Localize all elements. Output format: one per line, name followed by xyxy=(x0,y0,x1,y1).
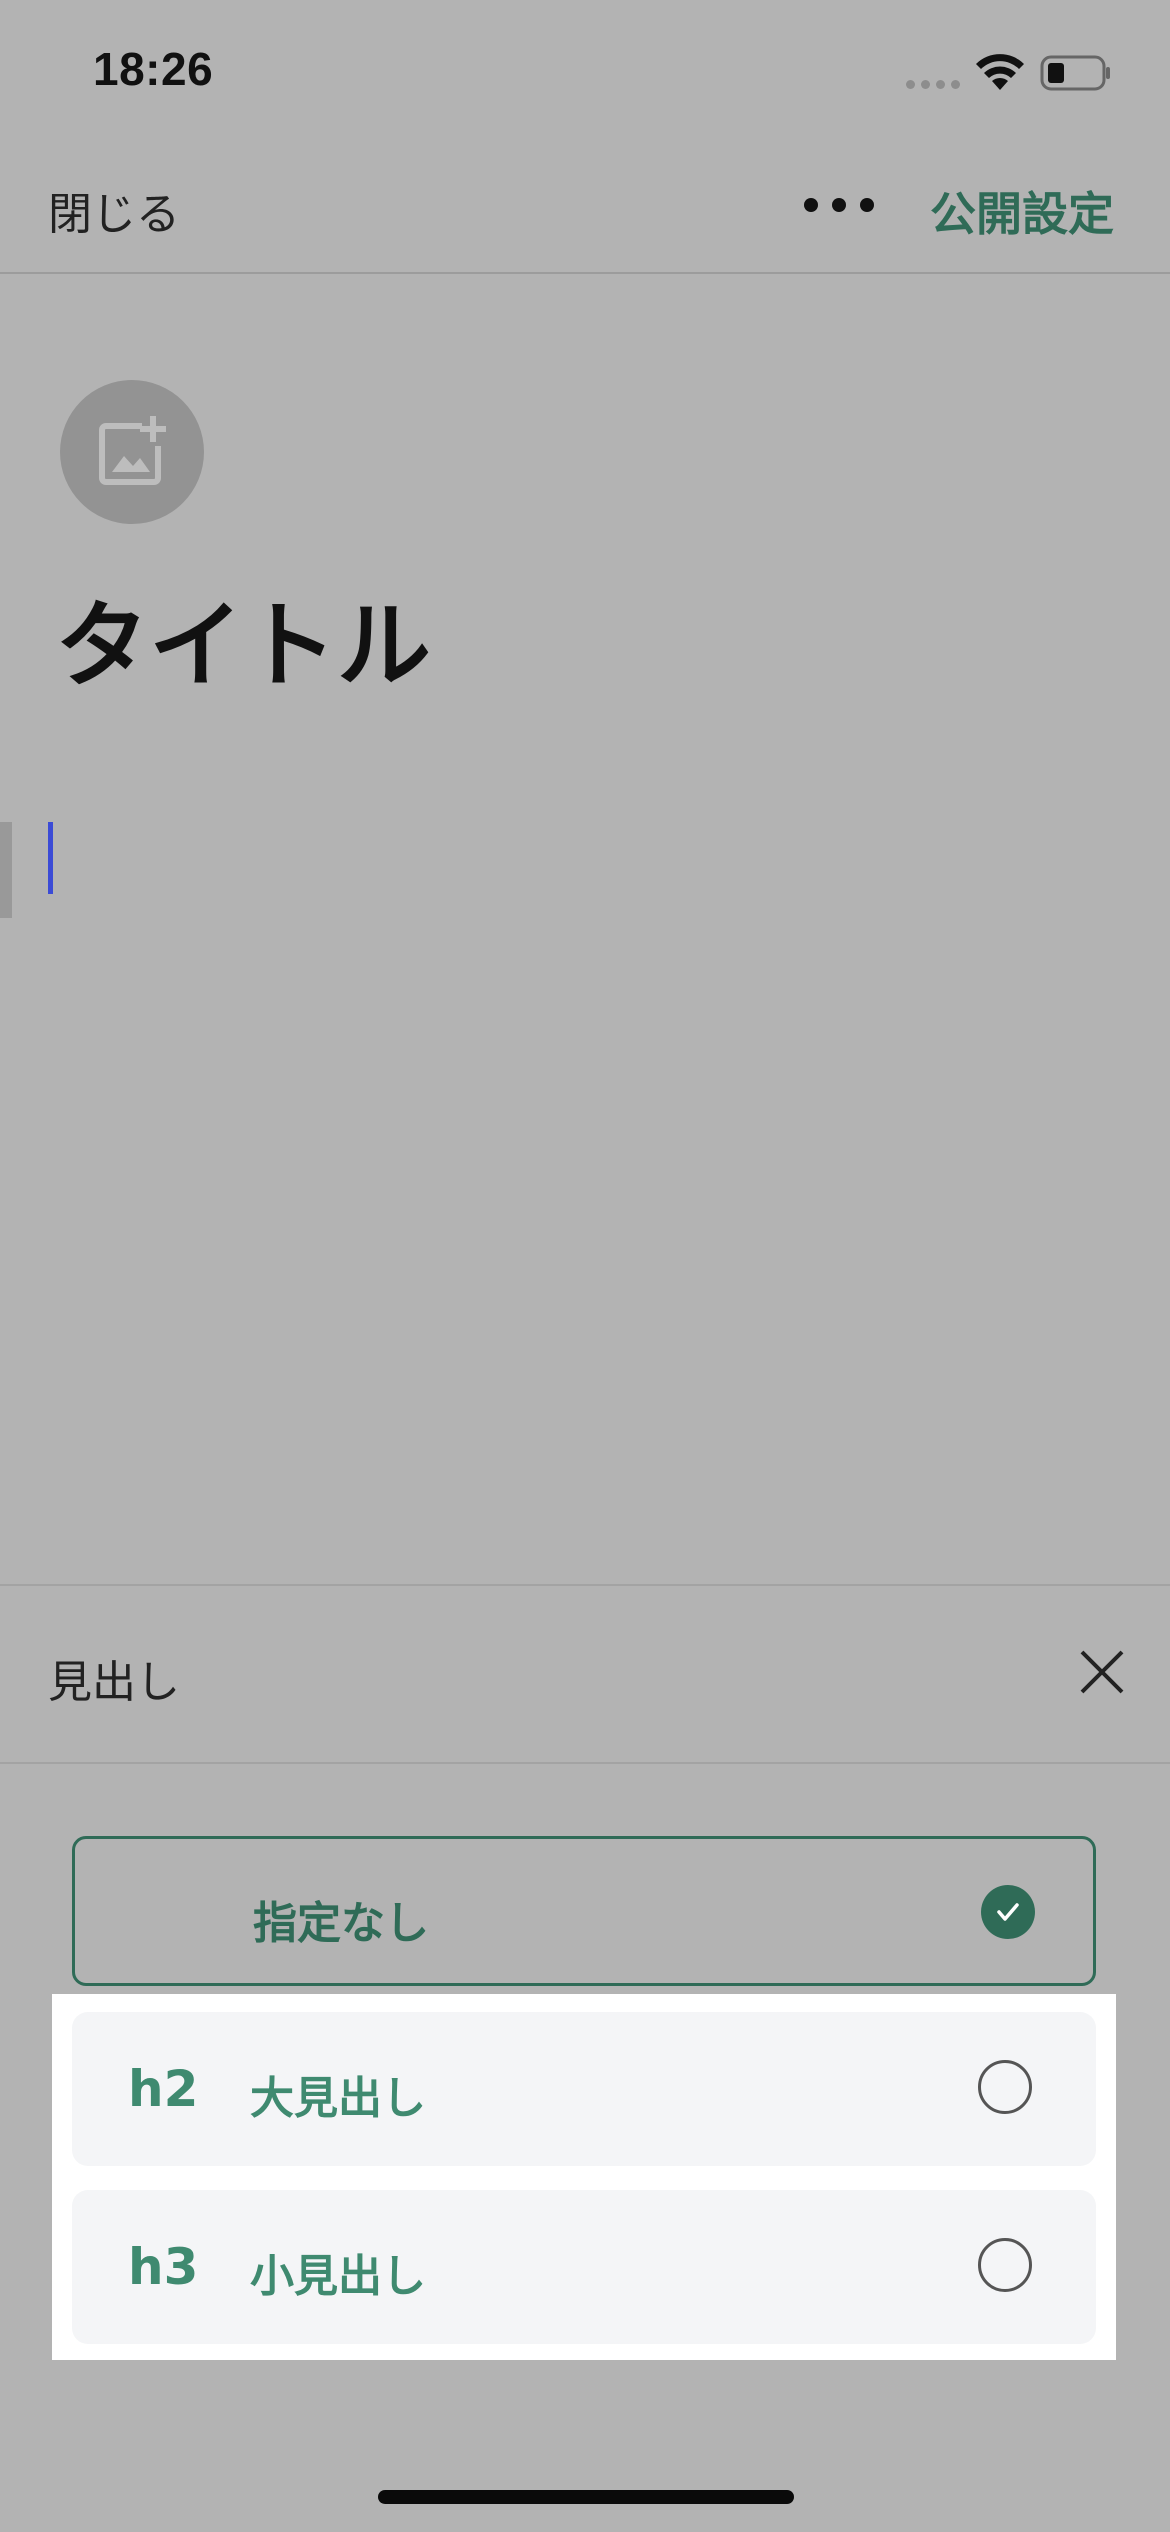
more-options-icon[interactable] xyxy=(804,198,874,212)
panel-divider-top xyxy=(0,1584,1170,1586)
wifi-icon xyxy=(976,54,1024,90)
close-icon[interactable] xyxy=(1078,1648,1126,1696)
line-marker xyxy=(0,822,12,918)
home-indicator[interactable] xyxy=(378,2490,794,2504)
check-icon xyxy=(981,1885,1035,1939)
close-button[interactable]: 閉じる xyxy=(48,178,180,242)
cellular-signal-icon xyxy=(906,80,960,89)
heading-option-label: 指定なし xyxy=(253,1898,429,1949)
heading-option-tag: h3 xyxy=(128,2238,199,2296)
heading-option-label: 大見出し xyxy=(250,2073,426,2124)
heading-option-none[interactable]: 指定なし xyxy=(72,1836,1096,1986)
panel-divider-bottom xyxy=(0,1762,1170,1764)
radio-unchecked-icon xyxy=(978,2060,1032,2114)
heading-option-label: 小見出し xyxy=(250,2251,426,2302)
document-title[interactable]: タイトル xyxy=(55,600,431,694)
heading-option-tag: h2 xyxy=(128,2060,199,2118)
heading-panel-title: 見出し xyxy=(48,1657,180,1708)
text-cursor xyxy=(48,822,53,894)
heading-option-h2[interactable]: h2 大見出し xyxy=(72,2012,1096,2166)
radio-unchecked-icon xyxy=(978,2238,1032,2292)
heading-option-h3[interactable]: h3 小見出し xyxy=(72,2190,1096,2344)
publish-settings-button[interactable]: 公開設定 xyxy=(930,178,1114,244)
add-image-icon xyxy=(99,416,166,485)
status-time: 18:26 xyxy=(93,43,214,95)
nav-divider xyxy=(0,272,1170,274)
battery-icon xyxy=(1040,55,1110,91)
add-image-button[interactable] xyxy=(60,380,204,524)
